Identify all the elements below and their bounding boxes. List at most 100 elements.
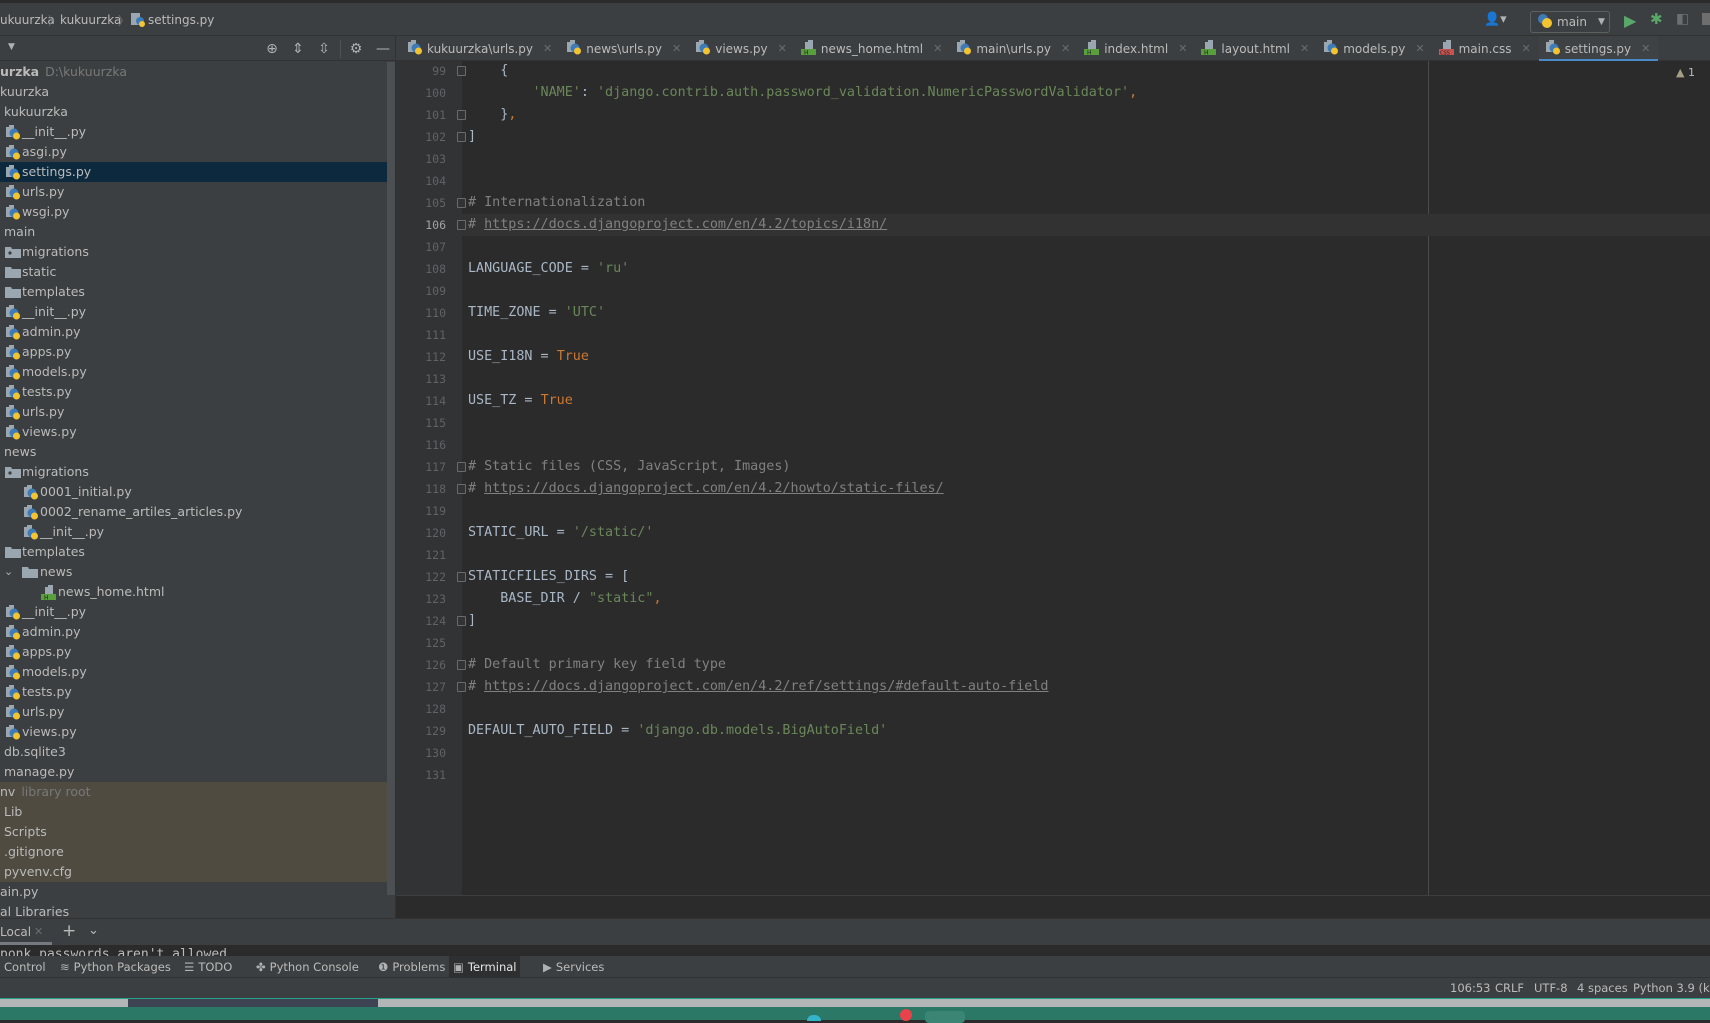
tree-item[interactable]: settings.py [0,162,388,182]
tree-item[interactable]: wsgi.py [0,202,388,222]
close-tab-icon[interactable]: ✕ [1178,42,1187,55]
tree-item[interactable]: pyvenv.cfg [0,862,395,882]
close-tab-icon[interactable]: ✕ [1300,42,1309,55]
caret-position[interactable]: 106:53 [1450,981,1490,995]
fold-marker-icon[interactable] [457,198,466,208]
run-configuration-select[interactable]: main ▼ [1530,11,1610,33]
tree-item[interactable]: ⌄ news [0,562,388,582]
new-terminal-plus-icon[interactable]: + [62,921,76,941]
tree-item[interactable]: tests.py [0,682,388,702]
hide-panel-icon[interactable]: — [375,41,391,57]
collapse-all-icon[interactable]: ⇳ [316,41,332,57]
taskbar-app-icon[interactable] [900,1009,912,1021]
fold-marker-icon[interactable] [457,660,466,670]
tree-item[interactable]: urzka D:\kukuurzka [0,62,388,82]
run-icon[interactable]: ▶ [1624,11,1636,30]
breadcrumb-file[interactable]: settings.py [148,13,214,27]
tree-item[interactable]: kukuurzka [0,102,388,122]
tree-item[interactable]: migrations [0,242,388,262]
tree-item[interactable]: .gitignore [0,842,395,862]
tool-window-control[interactable]: Control [0,956,50,978]
tree-item[interactable]: kuurzka [0,82,388,102]
tree-item[interactable]: migrations [0,462,388,482]
tab-main-css[interactable]: CSS main.css ✕ [1433,36,1539,61]
tree-item[interactable]: 0002_rename_artiles_articles.py [0,502,388,522]
chevron-down-icon[interactable]: ⌄ [4,562,13,582]
taskbar-app-button[interactable] [925,1011,965,1023]
tree-item[interactable]: apps.py [0,342,388,362]
project-tree-scrollbar[interactable] [387,62,395,895]
tree-item[interactable]: Lib [0,802,395,822]
fold-marker-icon[interactable] [457,616,466,626]
tool-window-python-console[interactable]: ✤ Python Console [252,956,363,978]
tree-item[interactable]: urls.py [0,702,388,722]
fold-marker-icon[interactable] [457,462,466,472]
tree-item[interactable]: Hnews_home.html [0,582,388,602]
tree-item[interactable]: templates [0,542,388,562]
close-icon[interactable]: ✕ [34,925,43,938]
user-account-icon[interactable]: 👤▾ [1484,12,1507,27]
fold-marker-icon[interactable] [457,682,466,692]
view-dropdown-icon[interactable]: ▼ [8,42,15,52]
tab-main-urls-py[interactable]: main\urls.py ✕ [950,36,1078,61]
tab-news-home-html[interactable]: Hnews_home.html ✕ [795,36,950,61]
tree-item[interactable]: asgi.py [0,142,388,162]
tree-item[interactable]: 0001_initial.py [0,482,388,502]
line-separator[interactable]: CRLF [1495,981,1524,995]
taskbar-app-icon[interactable] [807,1015,821,1021]
tree-item[interactable]: views.py [0,722,388,742]
tree-item[interactable]: models.py [0,362,388,382]
close-tab-icon[interactable]: ✕ [1522,42,1531,55]
breadcrumb-project[interactable]: ukuurzka [0,13,55,27]
tree-item[interactable]: templates [0,282,388,302]
fold-marker-icon[interactable] [457,572,466,582]
code-link[interactable]: https://docs.djangoproject.com/en/4.2/to… [484,217,887,232]
tab-layout-html[interactable]: Hlayout.html ✕ [1195,36,1317,61]
close-tab-icon[interactable]: ✕ [672,42,681,55]
close-tab-icon[interactable]: ✕ [1415,42,1424,55]
tree-item[interactable]: ain.py [0,882,388,902]
tree-item[interactable]: news [0,442,388,462]
expand-all-icon[interactable]: ⇕ [290,41,306,57]
close-tab-icon[interactable]: ✕ [933,42,942,55]
tree-item[interactable]: static [0,262,388,282]
tree-item[interactable]: models.py [0,662,388,682]
close-tab-icon[interactable]: ✕ [1061,42,1070,55]
tab-settings-py[interactable]: settings.py ✕ [1538,36,1659,62]
tab-index-html[interactable]: Hindex.html ✕ [1078,36,1195,61]
tree-item[interactable]: manage.py [0,762,388,782]
tree-item[interactable]: __init__.py [0,602,388,622]
fold-marker-icon[interactable] [457,110,466,120]
stop-icon[interactable] [1702,13,1710,25]
terminal-tab-local[interactable]: Local [0,925,31,939]
gear-icon[interactable]: ⚙ [348,41,364,57]
tree-item[interactable]: apps.py [0,642,388,662]
tool-window-problems[interactable]: ❶ Problems [374,956,449,978]
fold-marker-icon[interactable] [457,220,466,230]
close-tab-icon[interactable]: ✕ [1641,42,1650,55]
tree-item[interactable]: urls.py [0,182,388,202]
locate-file-icon[interactable]: ⊕ [264,41,280,57]
tree-item[interactable]: urls.py [0,402,388,422]
tree-item[interactable]: __init__.py [0,522,388,542]
fold-marker-icon[interactable] [457,132,466,142]
tree-item[interactable]: views.py [0,422,388,442]
tab-models-py[interactable]: models.py ✕ [1317,36,1432,61]
close-tab-icon[interactable]: ✕ [543,42,552,55]
tree-item[interactable]: main [0,222,388,242]
coverage-icon[interactable]: ◧ [1676,11,1689,27]
chevron-down-icon[interactable]: ⌄ [88,923,99,938]
terminal-output[interactable]: ponk passwords aren't allowed [0,945,1710,956]
tool-window-python-packages[interactable]: ≋ Python Packages [56,956,175,978]
debug-bug-icon[interactable]: ✱ [1650,10,1663,28]
tab-news-urls-py[interactable]: news\urls.py ✕ [560,36,689,61]
tree-item[interactable]: __init__.py [0,302,388,322]
tab-views-py[interactable]: views.py ✕ [689,36,795,61]
tree-item[interactable]: al Libraries [0,902,388,918]
tree-item[interactable]: nv library root [0,782,395,802]
tree-item[interactable]: Scripts [0,822,395,842]
editor-horizontal-scroll[interactable] [396,895,1710,918]
tab-kukuurzka-urls-py[interactable]: kukuurzka\urls.py ✕ [401,36,560,61]
breadcrumb-package[interactable]: kukuurzka [60,13,121,27]
tree-item[interactable]: db.sqlite3 [0,742,388,762]
